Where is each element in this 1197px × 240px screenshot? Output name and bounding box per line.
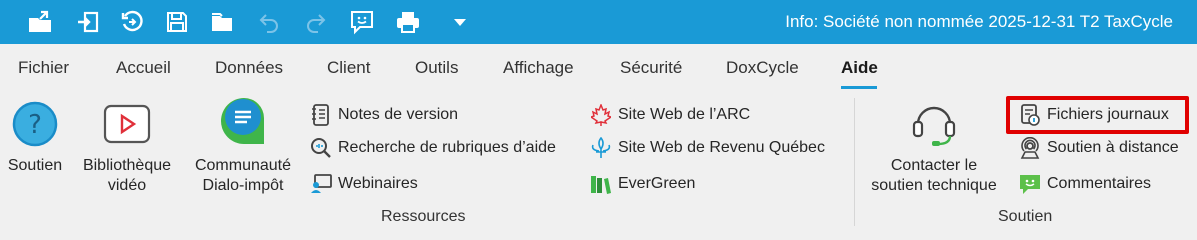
webinar-icon xyxy=(310,173,332,195)
refresh-icon[interactable] xyxy=(116,6,148,38)
search-help-label: Recherche de rubriques d’aide xyxy=(338,139,556,156)
webinars-button[interactable]: Webinaires xyxy=(310,171,418,197)
remote-support-label: Soutien à distance xyxy=(1047,139,1179,156)
fleur-de-lis-icon xyxy=(590,137,612,159)
contact-support-label-2: soutien technique xyxy=(871,177,997,194)
folder-icon[interactable] xyxy=(206,6,238,38)
soutien-button-label: Soutien xyxy=(7,157,63,174)
comment-icon xyxy=(1019,173,1041,195)
active-tab-indicator xyxy=(841,86,877,89)
window-title: Info: Société non nommée 2025-12-31 T2 T… xyxy=(785,12,1173,31)
soutien-button[interactable]: ? Soutien xyxy=(0,92,70,202)
soutien-group-label: Soutien xyxy=(998,208,1053,225)
rq-site-label: Site Web de Revenu Québec xyxy=(618,139,825,156)
help-icon: ? xyxy=(12,101,58,147)
comments-button[interactable]: Commentaires xyxy=(1019,171,1151,197)
open-folder-icon[interactable] xyxy=(24,6,56,38)
print-icon[interactable] xyxy=(392,6,424,38)
evergreen-label: EverGreen xyxy=(618,175,696,192)
community-label-1: Communauté xyxy=(194,157,292,174)
books-icon xyxy=(590,173,612,195)
tab-accueil[interactable]: Accueil xyxy=(116,58,171,78)
svg-text:?: ? xyxy=(28,110,42,140)
undo-icon[interactable] xyxy=(253,6,285,38)
evergreen-button[interactable]: EverGreen xyxy=(590,171,695,197)
tab-fichier[interactable]: Fichier xyxy=(18,58,69,78)
community-label-2: Dialo-impôt xyxy=(202,177,284,194)
comments-label: Commentaires xyxy=(1047,175,1152,192)
ribbon-tabs: Fichier Accueil Données Client Outils Af… xyxy=(0,44,1197,92)
customize-dropdown-icon[interactable] xyxy=(444,6,476,38)
remote-support-button[interactable]: Soutien à distance xyxy=(1019,135,1179,161)
rq-site-button[interactable]: Site Web de Revenu Québec xyxy=(590,135,825,161)
tab-securite[interactable]: Sécurité xyxy=(620,58,682,78)
webinars-label: Webinaires xyxy=(338,175,418,192)
headset-icon xyxy=(912,106,956,146)
save-icon[interactable] xyxy=(161,6,193,38)
tab-doxcycle[interactable]: DoxCycle xyxy=(726,58,799,78)
redo-icon[interactable] xyxy=(300,6,332,38)
community-chat-icon xyxy=(221,98,264,144)
title-bar: Info: Société non nommée 2025-12-31 T2 T… xyxy=(0,0,1197,44)
video-play-icon xyxy=(103,104,151,144)
contact-support-button[interactable]: Contacter le soutien technique xyxy=(858,92,1010,202)
search-help-button[interactable]: Recherche de rubriques d’aide xyxy=(310,135,556,161)
community-button[interactable]: Communauté Dialo-impôt xyxy=(184,92,302,202)
ribbon-aide: ? Soutien Bibliothèque vidéo Communauté … xyxy=(0,92,1197,232)
release-notes-button[interactable]: Notes de version xyxy=(310,102,458,128)
video-library-button[interactable]: Bibliothèque vidéo xyxy=(72,92,182,202)
feedback-icon[interactable] xyxy=(346,6,378,38)
tab-affichage[interactable]: Affichage xyxy=(503,58,574,78)
video-library-label-2: vidéo xyxy=(107,177,147,194)
highlight-box xyxy=(1006,96,1189,134)
tab-aide[interactable]: Aide xyxy=(841,58,878,78)
release-notes-label: Notes de version xyxy=(338,106,459,123)
tab-client[interactable]: Client xyxy=(327,58,370,78)
cra-site-button[interactable]: Site Web de l’ARC xyxy=(590,102,750,128)
remote-support-icon xyxy=(1019,137,1041,159)
notes-icon xyxy=(310,104,332,126)
tab-donnees[interactable]: Données xyxy=(215,58,283,78)
tab-outils[interactable]: Outils xyxy=(415,58,458,78)
ressources-group-label: Ressources xyxy=(381,208,466,225)
search-icon xyxy=(310,137,332,159)
import-icon[interactable] xyxy=(72,6,104,38)
group-separator xyxy=(854,98,855,226)
maple-leaf-icon xyxy=(590,104,612,126)
video-library-label-1: Bibliothèque xyxy=(82,157,172,174)
cra-site-label: Site Web de l’ARC xyxy=(618,106,751,123)
contact-support-label-1: Contacter le xyxy=(890,157,978,174)
